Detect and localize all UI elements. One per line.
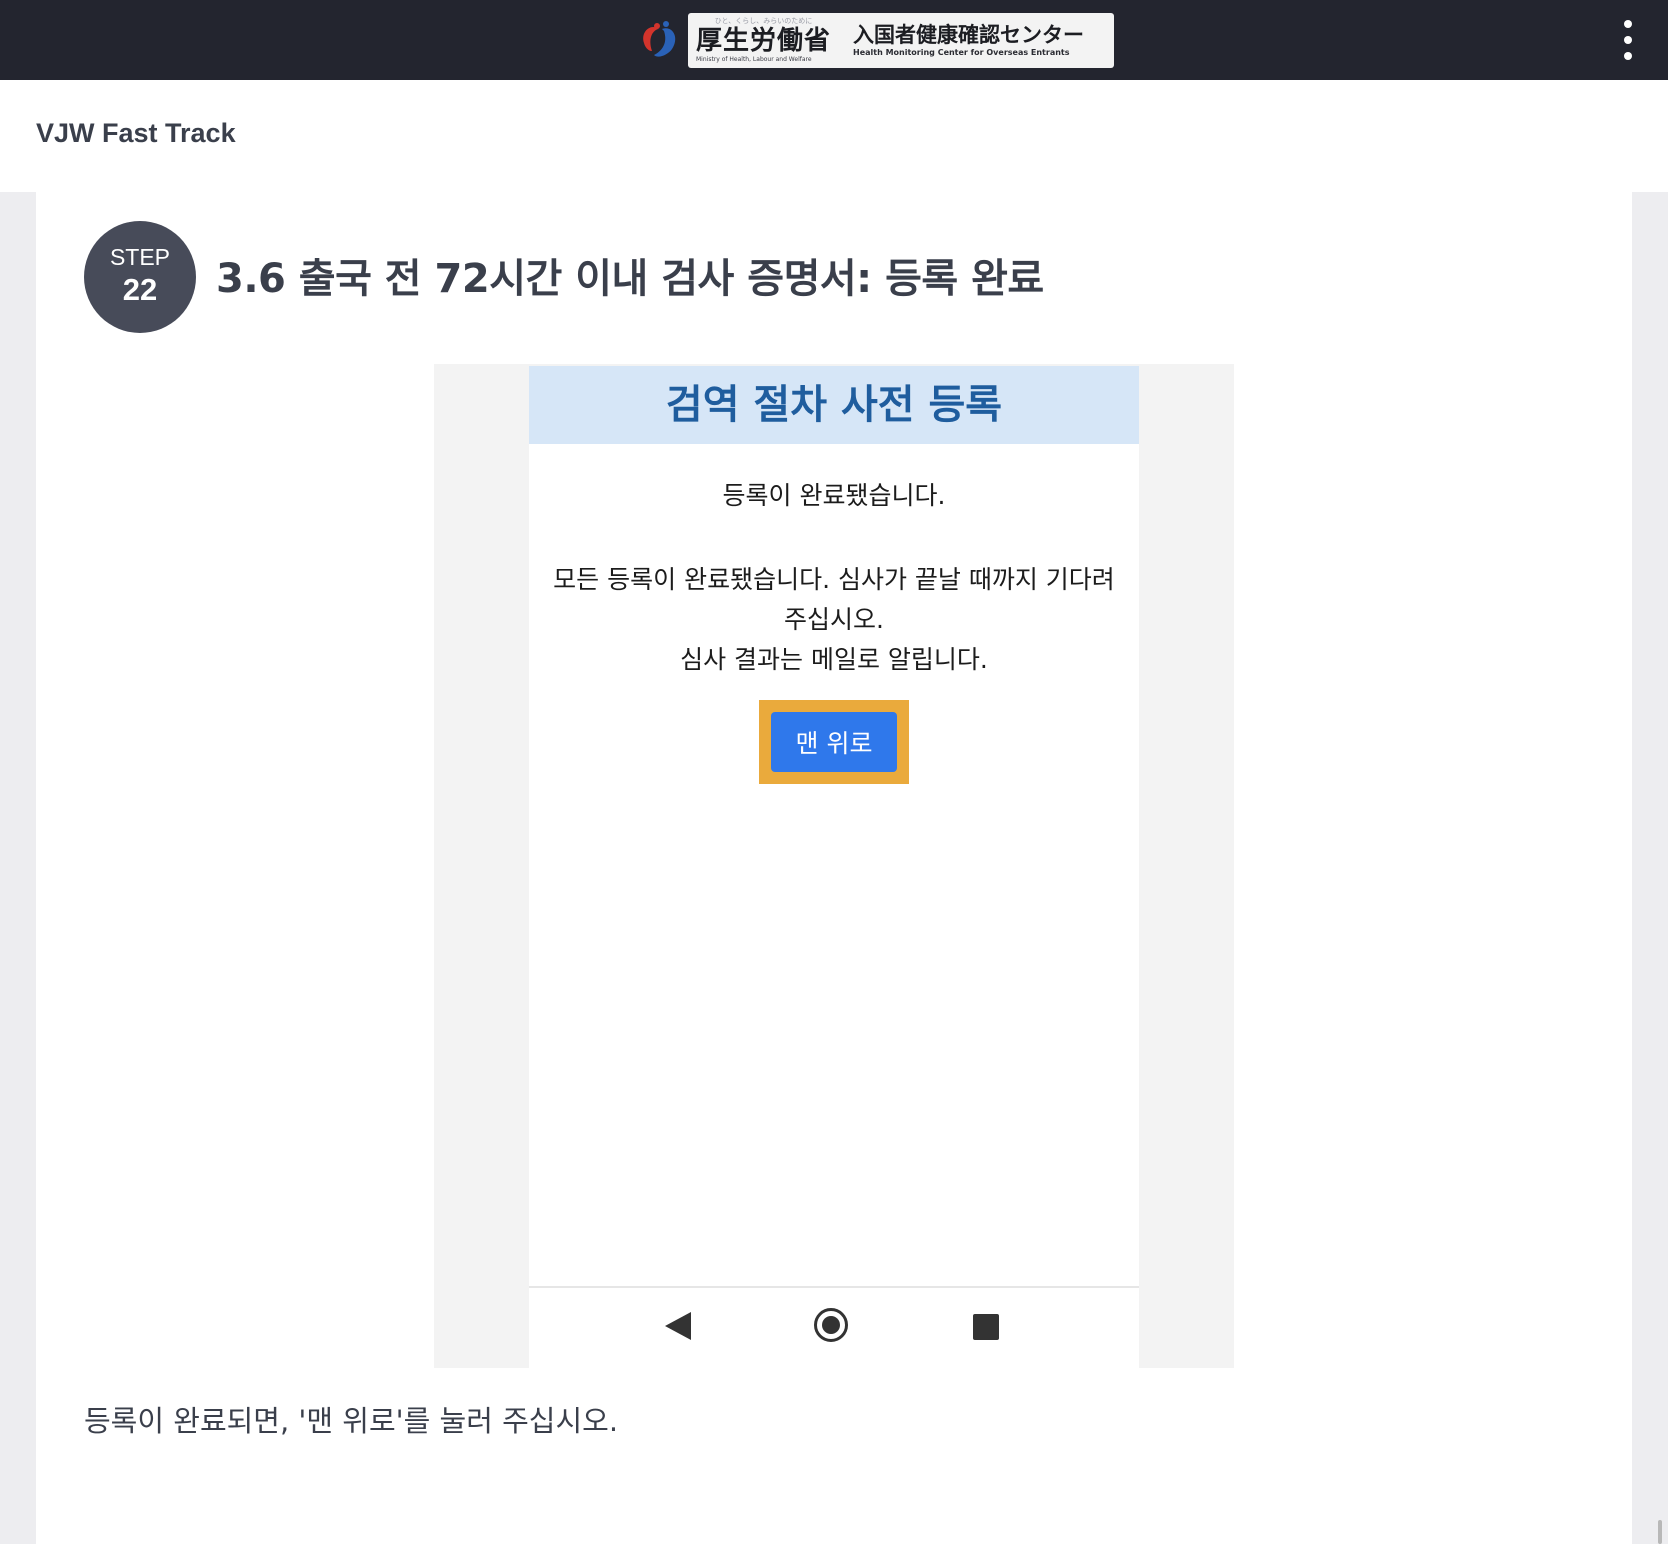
phone-header-title: 검역 절차 사전 등록 <box>665 382 1003 428</box>
go-to-top-button[interactable]: 맨 위로 <box>771 712 897 772</box>
center-name-ja: 入国者健康確認センター <box>853 23 1085 47</box>
scrollbar-thumb[interactable] <box>1658 1520 1662 1544</box>
top-bar: ひと、くらし、みらいのために 厚生労働省 Ministry of Health,… <box>0 0 1668 80</box>
step-label: STEP <box>109 244 171 270</box>
ministry-logo[interactable]: ひと、くらし、みらいのために 厚生労働省 Ministry of Health,… <box>636 12 1115 68</box>
step-badge: STEP 22 <box>84 221 196 333</box>
site-title[interactable]: VJW Fast Track <box>36 118 236 149</box>
ministry-emblem-icon <box>636 17 682 63</box>
phone-header: 검역 절차 사전 등록 <box>529 366 1139 444</box>
result-notice: 심사 결과는 메일로 알립니다. <box>680 645 988 674</box>
completion-title: 등록이 완료됐습니다. <box>722 481 946 510</box>
phone-screen: 검역 절차 사전 등록 등록이 완료됐습니다. 모든 등록이 완료됐습니다. 심… <box>529 366 1139 1368</box>
ministry-name-block: ひと、くらし、みらいのために 厚生労働省 Ministry of Health,… <box>696 17 831 64</box>
logo-tagline: ひと、くらし、みらいのために <box>714 16 813 25</box>
menu-dot <box>1624 36 1632 44</box>
logo-plate: ひと、くらし、みらいのために 厚生労働省 Ministry of Health,… <box>688 12 1115 68</box>
phone-screenshot: 검역 절차 사전 등록 등록이 완료됐습니다. 모든 등록이 완료됐습니다. 심… <box>434 364 1234 1368</box>
android-nav-bar <box>529 1286 1139 1368</box>
ministry-name-ja: 厚生労働省 <box>696 25 832 56</box>
recent-apps-icon[interactable] <box>973 1314 999 1340</box>
step-title: 3.6 출국 전 72시간 이내 검사 증명서: 등록 완료 <box>216 256 1044 302</box>
ministry-name-en: Ministry of Health, Labour and Welfare <box>696 55 812 63</box>
more-vert-icon[interactable] <box>1612 16 1644 64</box>
subheader: VJW Fast Track <box>0 80 1668 192</box>
center-name-block: 入国者健康確認センター Health Monitoring Center for… <box>853 22 1084 58</box>
home-icon[interactable] <box>814 1308 848 1342</box>
step-number: 22 <box>122 272 158 307</box>
completion-message: 모든 등록이 완료됐습니다. 심사가 끝날 때까지 기다려 주십시오. <box>553 565 1115 634</box>
back-icon[interactable] <box>665 1312 691 1340</box>
step-card: STEP 22 3.6 출국 전 72시간 이내 검사 증명서: 등록 완료 검… <box>36 192 1632 1544</box>
instruction-text: 등록이 완료되면, '맨 위로'를 눌러 주십시오. <box>84 1404 619 1438</box>
menu-dot <box>1624 20 1632 28</box>
menu-dot <box>1624 52 1632 60</box>
center-name-en: Health Monitoring Center for Overseas En… <box>853 48 1070 57</box>
button-highlight: 맨 위로 <box>759 700 909 784</box>
